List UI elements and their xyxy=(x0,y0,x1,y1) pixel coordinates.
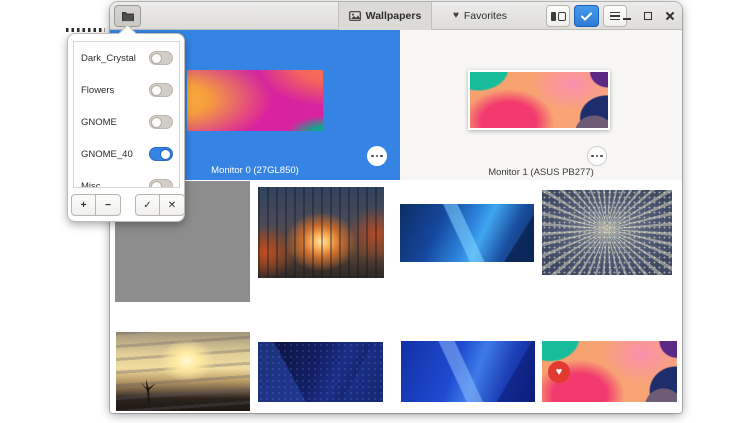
check-icon xyxy=(581,12,592,21)
folder-open-icon xyxy=(121,10,135,22)
folder-row-gnome40[interactable]: GNOME_40 xyxy=(74,138,179,170)
thumbnail-dark-navy-geometric[interactable] xyxy=(258,342,383,402)
confirm-button[interactable]: ✓ xyxy=(135,194,160,216)
folder-row-misc[interactable]: Misc xyxy=(74,170,179,188)
span-monitors-button[interactable] xyxy=(546,5,570,27)
folder-name: GNOME_40 xyxy=(81,149,133,160)
monitor-0-options-button[interactable] xyxy=(367,146,387,166)
dot xyxy=(380,155,382,157)
folders-list: Dark_Crystal Flowers GNOME GNOME_40 Misc xyxy=(73,41,180,188)
favorite-badge: ♥ xyxy=(548,361,570,383)
minimize-button[interactable] xyxy=(621,10,633,22)
dot xyxy=(596,155,598,157)
thumbnail-blue-geometric[interactable] xyxy=(400,204,534,262)
popover-actions: + − ✓ ✕ xyxy=(68,194,186,216)
cancel-button[interactable]: ✕ xyxy=(160,194,185,216)
monitor-1-wallpaper-preview xyxy=(468,70,610,130)
wallpaper-gallery: ♥ xyxy=(110,180,682,413)
folder-toggle[interactable] xyxy=(149,147,173,161)
monitor-1-label: Monitor 1 (ASUS PB277) xyxy=(400,167,682,178)
app-window: Wallpapers ♥ Favorites xyxy=(110,2,682,413)
headerbar: Wallpapers ♥ Favorites xyxy=(110,2,682,30)
monitor-0-wallpaper-preview xyxy=(187,70,323,131)
folder-row-dark-crystal[interactable]: Dark_Crystal xyxy=(74,42,179,74)
folder-toggle[interactable] xyxy=(149,115,173,129)
add-remove-group: + − xyxy=(71,194,121,216)
tab-wallpapers[interactable]: Wallpapers xyxy=(338,2,432,30)
dot xyxy=(600,155,602,157)
image-icon xyxy=(349,11,361,21)
folder-name: GNOME xyxy=(81,117,117,128)
heart-icon: ♥ xyxy=(453,11,459,21)
heart-icon: ♥ xyxy=(556,367,563,378)
toggle-knob xyxy=(160,149,171,160)
dot xyxy=(371,155,373,157)
thumbnail-sunset-tree[interactable] xyxy=(116,332,250,411)
folders-popover: Dark_Crystal Flowers GNOME GNOME_40 Misc xyxy=(67,33,185,222)
folder-name: Flowers xyxy=(81,85,114,96)
minimize-icon xyxy=(623,18,631,20)
tree-silhouette xyxy=(138,379,158,403)
apply-wallpapers-button[interactable] xyxy=(574,5,599,27)
tab-favorites[interactable]: ♥ Favorites xyxy=(432,2,528,30)
thumbnail-royal-blue-geometric[interactable] xyxy=(401,341,535,402)
thumbnail-autumn-forest[interactable] xyxy=(258,187,384,278)
dual-monitor-icon xyxy=(551,12,566,21)
hamburger-menu-icon xyxy=(610,12,620,21)
maximize-icon xyxy=(644,12,652,20)
folder-row-gnome[interactable]: GNOME xyxy=(74,106,179,138)
close-button[interactable] xyxy=(664,10,676,22)
folder-toggle[interactable] xyxy=(149,179,173,188)
dot xyxy=(591,155,593,157)
tab-wallpapers-label: Wallpapers xyxy=(366,10,422,22)
clipped-list-text-artifact xyxy=(66,28,105,32)
dot xyxy=(376,155,378,157)
remove-folder-button[interactable]: − xyxy=(96,194,121,216)
folder-row-flowers[interactable]: Flowers xyxy=(74,74,179,106)
toggle-knob xyxy=(151,53,162,64)
toggle-knob xyxy=(151,85,162,96)
tab-favorites-label: Favorites xyxy=(464,10,507,22)
folder-toggle[interactable] xyxy=(149,51,173,65)
monitor-1-options-button[interactable] xyxy=(587,146,607,166)
folder-name: Misc xyxy=(81,181,101,189)
toggle-knob xyxy=(151,117,162,128)
screenshot-stage: Wallpapers ♥ Favorites xyxy=(0,0,752,423)
toggle-knob xyxy=(151,181,162,189)
thumbnail-gnome40-abstract[interactable]: ♥ xyxy=(542,341,677,402)
monitors-section: Monitor 0 (27GL850) Monitor 1 (ASUS PB27… xyxy=(110,30,682,180)
thumbnail-aerial-forest[interactable] xyxy=(542,190,672,275)
monitor-1-pane[interactable]: Monitor 1 (ASUS PB277) xyxy=(400,30,682,180)
folder-name: Dark_Crystal xyxy=(81,53,136,64)
confirm-cancel-group: ✓ ✕ xyxy=(135,194,185,216)
maximize-button[interactable] xyxy=(642,10,654,22)
folder-toggle[interactable] xyxy=(149,83,173,97)
add-folder-button[interactable]: + xyxy=(71,194,96,216)
